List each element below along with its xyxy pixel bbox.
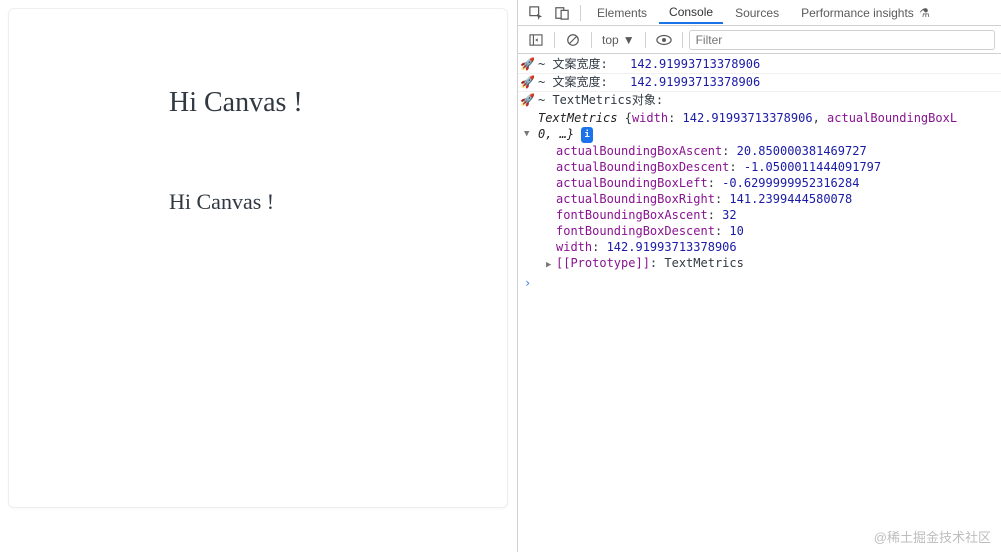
devtools-panel: Elements Console Sources Performance ins… bbox=[517, 0, 1001, 552]
log-spacer bbox=[612, 56, 626, 72]
separator bbox=[580, 5, 581, 21]
prop-key: actualBoundingBoxLeft bbox=[556, 176, 708, 190]
summary-text: TextMetrics {width: 142.91993713378906, … bbox=[538, 110, 957, 143]
console-output: 🚀 ~ 文案宽度: 142.91993713378906 🚀 ~ 文案宽度: 1… bbox=[518, 54, 1001, 552]
rocket-icon: 🚀 bbox=[520, 74, 534, 90]
log-label: ~ 文案宽度: bbox=[538, 74, 608, 90]
canvas-element[interactable]: Hi Canvas ! Hi Canvas ! bbox=[8, 8, 508, 508]
prop-key: actualBoundingBoxDescent bbox=[556, 160, 729, 174]
prop-key: actualBoundingBoxAscent bbox=[556, 144, 722, 158]
rocket-icon: 🚀 bbox=[520, 92, 534, 108]
chevron-down-icon[interactable] bbox=[524, 124, 534, 142]
inspect-element-icon[interactable] bbox=[524, 2, 548, 24]
prop-key: fontBoundingBoxDescent bbox=[556, 224, 715, 238]
prop-value: 142.91993713378906 bbox=[607, 240, 737, 254]
log-value: 142.91993713378906 bbox=[630, 74, 760, 90]
tab-label: Performance insights bbox=[801, 6, 914, 20]
object-property-row[interactable]: fontBoundingBoxDescent: 10 bbox=[556, 223, 1001, 239]
prompt-chevron-icon: › bbox=[524, 276, 531, 290]
prop-key-truncated: actualBoundingBoxL bbox=[827, 111, 957, 125]
console-log-row[interactable]: 🚀 ~ 文案宽度: 142.91993713378906 bbox=[518, 56, 1001, 74]
chevron-down-icon: ▼ bbox=[623, 33, 635, 47]
context-selector[interactable]: top ▼ bbox=[598, 33, 639, 47]
separator bbox=[591, 32, 592, 48]
object-property-row[interactable]: actualBoundingBoxLeft: -0.62999999523162… bbox=[556, 175, 1001, 191]
console-prompt[interactable]: › bbox=[518, 273, 1001, 293]
flask-icon: ⚗ bbox=[919, 6, 930, 20]
object-property-row[interactable]: actualBoundingBoxDescent: -1.05000114440… bbox=[556, 159, 1001, 175]
chevron-right-icon[interactable] bbox=[546, 255, 556, 273]
tab-elements[interactable]: Elements bbox=[587, 2, 657, 24]
prop-value: 10 bbox=[729, 224, 743, 238]
prop-key: width bbox=[632, 111, 668, 125]
tab-console[interactable]: Console bbox=[659, 1, 723, 24]
console-log-row[interactable]: 🚀 ~ TextMetrics对象: bbox=[518, 92, 1001, 110]
class-name: TextMetrics bbox=[538, 111, 625, 125]
log-value: 142.91993713378906 bbox=[630, 56, 760, 72]
canvas-text-2: Hi Canvas ! bbox=[169, 189, 274, 215]
prop-value: 141.2399444580078 bbox=[729, 192, 852, 206]
prop-key: width bbox=[556, 240, 592, 254]
info-badge-icon[interactable]: i bbox=[581, 127, 592, 143]
object-prototype-row[interactable]: [[Prototype]]: TextMetrics bbox=[556, 255, 1001, 273]
live-expression-icon[interactable] bbox=[652, 29, 676, 51]
console-toolbar: top ▼ bbox=[518, 26, 1001, 54]
prop-value: 32 bbox=[722, 208, 736, 222]
prop-key: actualBoundingBoxRight bbox=[556, 192, 715, 206]
device-toolbar-icon[interactable] bbox=[550, 2, 574, 24]
rocket-icon: 🚀 bbox=[520, 56, 534, 72]
log-label: ~ TextMetrics对象: bbox=[538, 92, 663, 108]
prop-value: -1.0500011444091797 bbox=[744, 160, 881, 174]
object-property-row[interactable]: actualBoundingBoxAscent: 20.850000381469… bbox=[556, 143, 1001, 159]
object-property-row[interactable]: width: 142.91993713378906 bbox=[556, 239, 1001, 255]
console-object-summary[interactable]: TextMetrics {width: 142.91993713378906, … bbox=[518, 110, 1001, 143]
prop-value: 20.850000381469727 bbox=[737, 144, 867, 158]
separator bbox=[682, 32, 683, 48]
proto-value: TextMetrics bbox=[664, 256, 743, 270]
devtools-tabbar: Elements Console Sources Performance ins… bbox=[518, 0, 1001, 26]
object-tree: actualBoundingBoxAscent: 20.850000381469… bbox=[518, 143, 1001, 273]
proto-key: [[Prototype]] bbox=[556, 256, 650, 270]
canvas-text-1: Hi Canvas ! bbox=[169, 87, 303, 119]
log-spacer bbox=[612, 74, 626, 90]
console-sidebar-toggle-icon[interactable] bbox=[524, 29, 548, 51]
object-property-row[interactable]: fontBoundingBoxAscent: 32 bbox=[556, 207, 1001, 223]
console-log-row[interactable]: 🚀 ~ 文案宽度: 142.91993713378906 bbox=[518, 74, 1001, 92]
tab-performance-insights[interactable]: Performance insights ⚗ bbox=[791, 2, 940, 24]
log-label: ~ 文案宽度: bbox=[538, 56, 608, 72]
object-property-row[interactable]: actualBoundingBoxRight: 141.239944458007… bbox=[556, 191, 1001, 207]
page-left: Hi Canvas ! Hi Canvas ! bbox=[0, 0, 517, 552]
separator bbox=[554, 32, 555, 48]
prop-value: 142.91993713378906 bbox=[683, 111, 813, 125]
prop-key: fontBoundingBoxAscent bbox=[556, 208, 708, 222]
context-label: top bbox=[602, 33, 619, 47]
tab-sources[interactable]: Sources bbox=[725, 2, 789, 24]
separator bbox=[645, 32, 646, 48]
prop-value: -0.6299999952316284 bbox=[722, 176, 859, 190]
clear-console-icon[interactable] bbox=[561, 29, 585, 51]
filter-input[interactable] bbox=[689, 30, 995, 50]
watermark: @稀土掘金技术社区 bbox=[874, 527, 991, 546]
summary-cont: 0, …} bbox=[538, 127, 574, 141]
